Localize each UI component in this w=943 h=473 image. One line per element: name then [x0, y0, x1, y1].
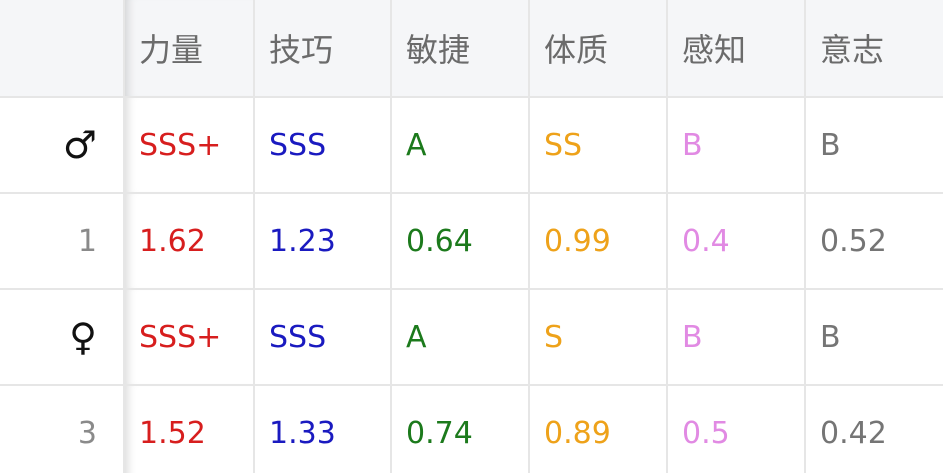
header-strength[interactable]: 力量	[124, 0, 255, 98]
cell-perception: B	[667, 289, 806, 386]
table-row-3: 3 1.52 1.33 0.74 0.89 0.5 0.42	[0, 385, 943, 473]
header-row: 力量 技巧 敏捷 体质 感知 意志	[0, 0, 943, 98]
cell-constitution: 0.99	[529, 193, 668, 290]
cell-agility: 0.64	[391, 193, 530, 290]
table-row-1: 1 1.62 1.23 0.64 0.99 0.4 0.52	[0, 193, 943, 290]
header-corner	[0, 0, 125, 98]
female-symbol-icon: ♀	[0, 289, 125, 386]
cell-willpower: B	[805, 289, 943, 386]
header-agility[interactable]: 敏捷	[391, 0, 530, 98]
cell-willpower: B	[805, 97, 943, 194]
cell-perception: 0.4	[667, 193, 806, 290]
table-row-male-grade: ♂ SSS+ SSS A SS B B	[0, 97, 943, 194]
cell-agility: 0.74	[391, 385, 530, 473]
cell-willpower: 0.42	[820, 416, 887, 451]
cell-constitution: SS	[529, 97, 668, 194]
cell-strength: 1.52	[124, 385, 255, 473]
cell-willpower: 0.52	[805, 193, 943, 290]
header-perception[interactable]: 感知	[667, 0, 806, 98]
cell-strength: SSS+	[124, 97, 255, 194]
cell-strength: SSS+	[124, 289, 255, 386]
cell-technique: SSS	[254, 289, 392, 386]
header-constitution[interactable]: 体质	[529, 0, 668, 98]
row-label: 3	[0, 385, 125, 473]
cell-constitution: 0.89	[529, 385, 668, 473]
table-row-female-grade: ♀ SSS+ SSS A S B B	[0, 289, 943, 386]
cell-constitution: S	[529, 289, 668, 386]
cell-agility: A	[391, 97, 530, 194]
male-symbol-icon: ♂	[0, 97, 125, 194]
cell-technique: 1.23	[254, 193, 392, 290]
cell-technique: SSS	[254, 97, 392, 194]
cell-strength: 1.62	[124, 193, 255, 290]
cell-technique: 1.33	[254, 385, 392, 473]
cell-agility: A	[391, 289, 530, 386]
cell-perception: B	[667, 97, 806, 194]
header-technique[interactable]: 技巧	[254, 0, 392, 98]
attribute-table: 力量 技巧 敏捷 体质 感知 意志 ♂ SSS+ SSS A SS B B 1 …	[0, 0, 943, 473]
cell-perception: 0.5	[667, 385, 806, 473]
header-willpower[interactable]: 意志	[805, 0, 943, 98]
stats-table-container[interactable]: 力量 技巧 敏捷 体质 感知 意志 ♂ SSS+ SSS A SS B B 1 …	[0, 0, 943, 473]
row-label: 1	[0, 193, 125, 290]
